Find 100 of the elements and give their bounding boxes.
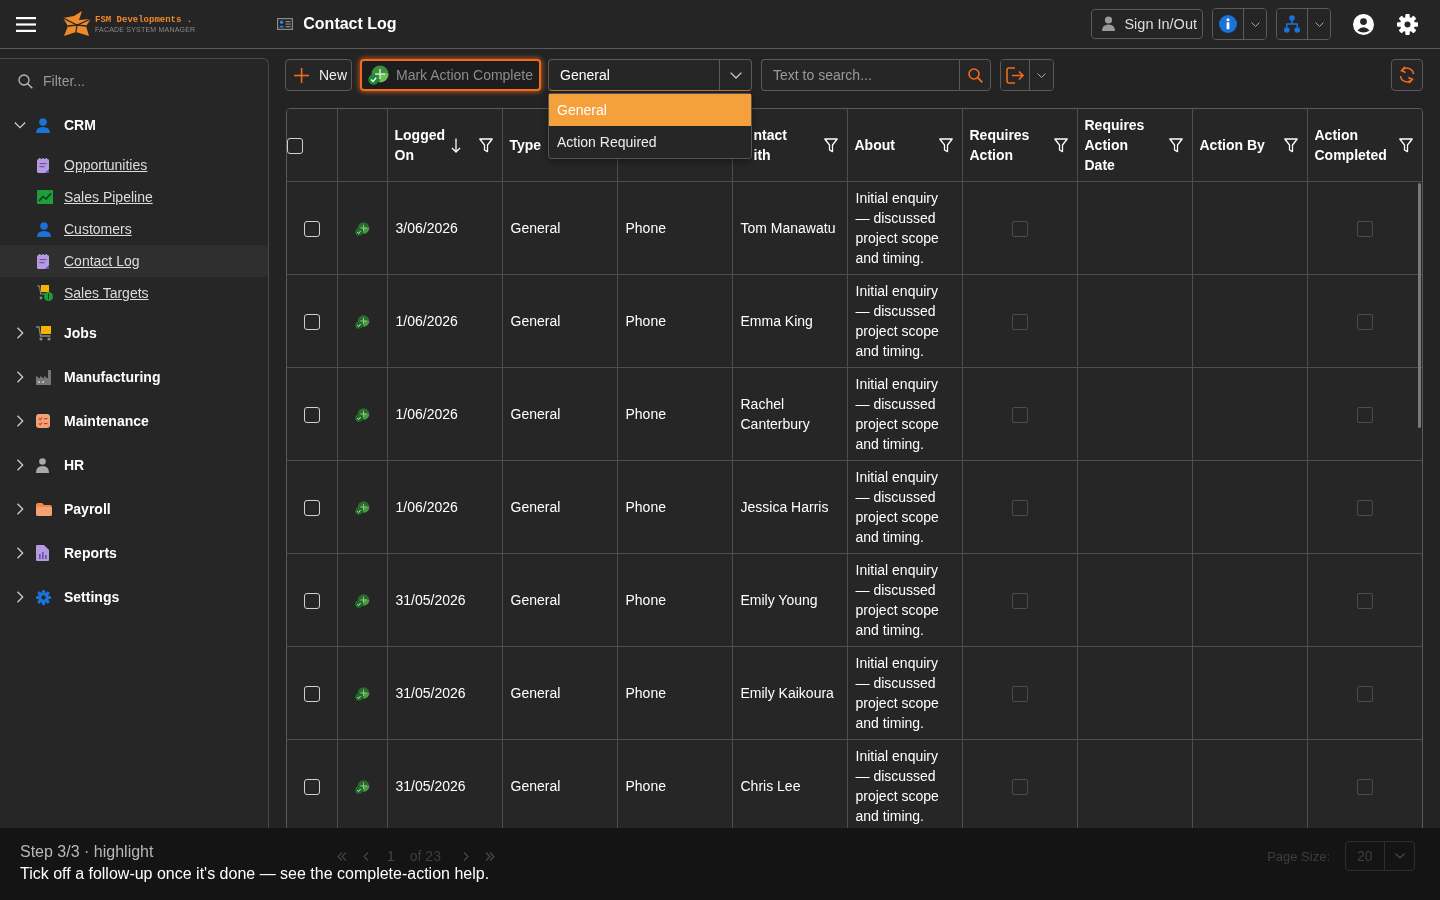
filter-icon[interactable] [1168,137,1183,153]
report-icon [36,545,49,561]
sign-in-out-button[interactable]: Sign In/Out [1091,9,1203,39]
table-cell: Rachel Canterbury [732,367,847,461]
chevron-right-icon[interactable] [14,327,26,339]
table-cell: Emily Young [732,553,847,647]
nav-group[interactable]: Payroll [0,487,268,531]
dropdown-option[interactable]: Action Required [549,126,751,158]
circle-plus-check-icon[interactable] [354,314,370,329]
status-checkbox[interactable] [1011,313,1028,330]
nav-group[interactable]: Jobs [0,311,268,355]
menu-icon[interactable] [16,16,36,32]
org-chart-button[interactable] [1277,9,1308,39]
circle-plus-check-icon[interactable] [354,779,370,794]
status-checkbox[interactable] [1011,778,1028,795]
status-checkbox[interactable] [1356,220,1373,237]
status-checkbox[interactable] [1011,220,1028,237]
nav-item[interactable]: Sales Pipeline [0,181,268,213]
row-checkbox[interactable] [303,592,320,609]
settings-icon[interactable] [1397,13,1418,35]
table-cell: Jessica Harris [732,460,847,554]
nav-group[interactable]: Settings [0,575,268,619]
export-button[interactable] [1001,60,1030,90]
filter-icon[interactable] [938,137,953,153]
table-cell: 31/05/2026 [387,646,502,740]
info-button[interactable] [1213,9,1244,39]
column-header[interactable]: Type [509,135,542,155]
chevron-right-icon[interactable] [14,459,26,471]
gear-icon [36,589,51,605]
nav-group[interactable]: CRM [0,103,268,147]
nav-group[interactable]: Manufacturing [0,355,268,399]
account-icon[interactable] [1353,13,1374,35]
row-checkbox[interactable] [303,499,320,516]
nav-item[interactable]: Opportunities [0,149,268,181]
nav-item[interactable]: Customers [0,213,268,245]
row-checkbox[interactable] [303,685,320,702]
column-header[interactable]: Action By [1199,135,1265,155]
table-cell: General [502,553,617,647]
row-checkbox[interactable] [303,220,320,237]
filter-field[interactable]: Filter... [43,70,243,92]
nav-item[interactable]: Sales Targets [0,277,268,309]
row-checkbox[interactable] [303,778,320,795]
column-header[interactable]: Action Completed [1314,125,1391,165]
filter-icon[interactable] [1399,137,1413,153]
table-cell: General [502,367,617,461]
filter-icon[interactable] [1053,137,1068,153]
refresh-button[interactable] [1391,59,1423,91]
status-checkbox[interactable] [1356,313,1373,330]
filter-icon[interactable] [1283,137,1298,153]
table-cell: Initial enquiry — discussed project scope and timing. [847,181,962,275]
row-checkbox[interactable] [303,406,320,423]
arrow-down-icon[interactable] [450,137,461,153]
type-dropdown[interactable]: General [548,59,752,91]
chevron-right-icon[interactable] [14,371,26,383]
nav-group[interactable]: Reports [0,531,268,575]
circle-plus-check-icon [368,65,389,85]
status-checkbox[interactable] [1356,778,1373,795]
exit-icon [1005,66,1025,84]
nav-group[interactable]: HR [0,443,268,487]
chevron-right-icon[interactable] [14,547,26,559]
logo-name: FSM Developments . [95,15,194,25]
filter-icon[interactable] [823,137,838,153]
circle-plus-check-icon[interactable] [354,407,370,422]
status-checkbox[interactable] [1356,685,1373,702]
status-checkbox[interactable] [1011,592,1028,609]
scrollbar[interactable] [1418,183,1421,428]
nav-item[interactable]: Contact Log [0,245,268,277]
search-field[interactable]: Text to search... [761,59,959,91]
status-checkbox[interactable] [1356,499,1373,516]
table-cell: Tom Manawatu [732,181,847,275]
status-checkbox[interactable] [1011,499,1028,516]
chevron-right-icon[interactable] [14,591,26,603]
person-icon [36,457,49,473]
table-cell: Emma King [732,274,847,368]
info-icon [1219,15,1237,33]
person-icon [36,117,50,133]
circle-plus-check-icon[interactable] [354,593,370,608]
search-button[interactable] [959,59,991,91]
status-checkbox[interactable] [1356,592,1373,609]
filter-icon[interactable] [478,137,493,153]
nav-group[interactable]: Maintenance [0,399,268,443]
column-header[interactable]: About [854,135,895,155]
table-cell: Initial enquiry — discussed project scope and timing. [847,553,962,647]
trend-chart-icon [37,190,53,204]
circle-plus-check-icon[interactable] [354,500,370,515]
search-icon [967,67,983,83]
chevron-right-icon[interactable] [14,415,26,427]
table-cell: Phone [617,274,732,368]
select-all-checkbox[interactable] [287,137,303,154]
circle-plus-check-icon[interactable] [354,686,370,701]
status-checkbox[interactable] [1011,406,1028,423]
chevron-down-icon[interactable] [14,119,26,131]
table-cell: 3/06/2026 [387,181,502,275]
chevron-right-icon[interactable] [14,503,26,515]
cart-icon [36,325,52,341]
status-checkbox[interactable] [1011,685,1028,702]
status-checkbox[interactable] [1356,406,1373,423]
row-checkbox[interactable] [303,313,320,330]
new-button[interactable]: New [285,59,352,91]
circle-plus-check-icon[interactable] [354,221,370,236]
